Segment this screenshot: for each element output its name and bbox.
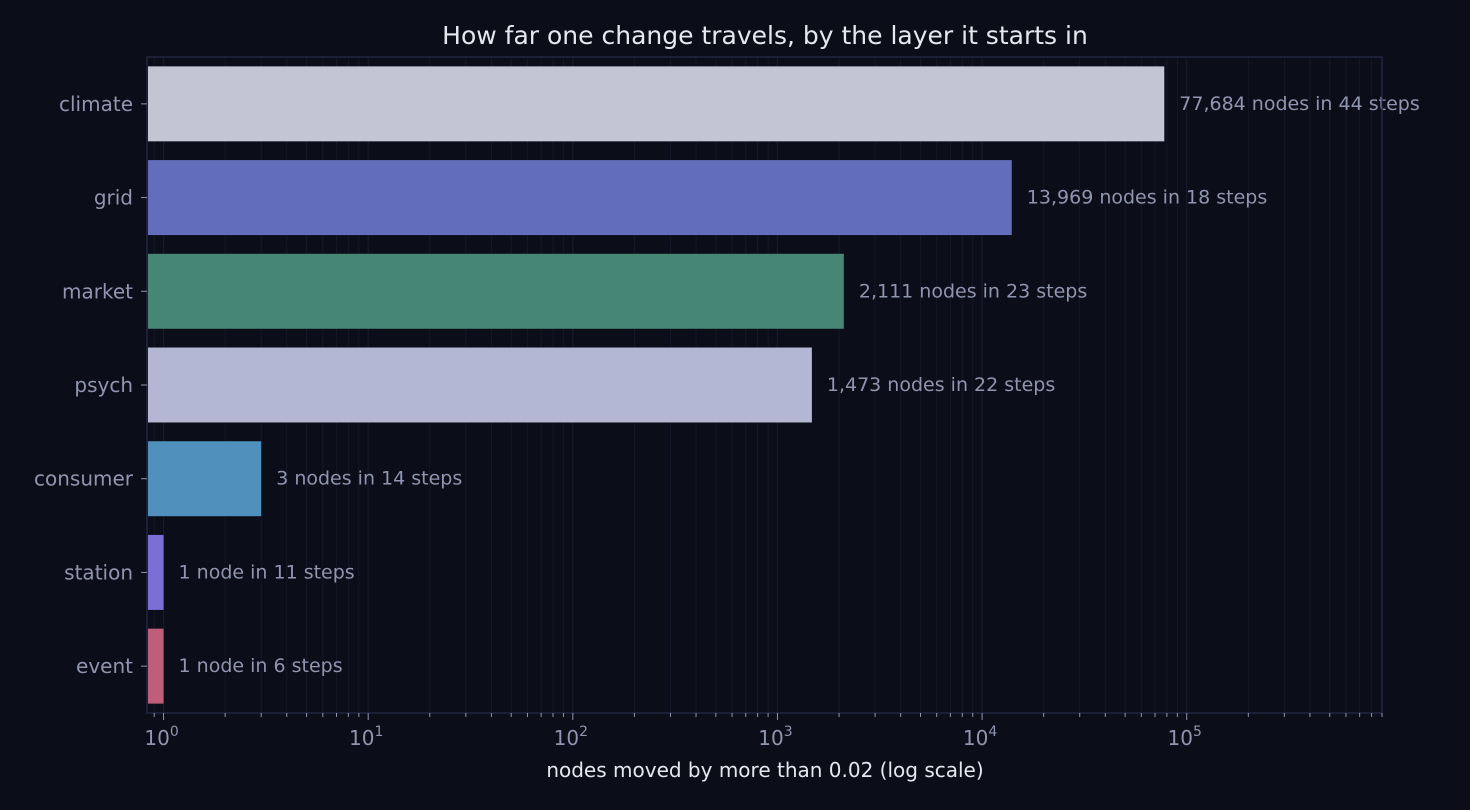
y-tick-label-climate: climate bbox=[59, 92, 133, 116]
y-tick-label-market: market bbox=[62, 279, 133, 303]
bar-station bbox=[148, 534, 164, 610]
bar-label-station: 1 node in 11 steps bbox=[179, 561, 355, 583]
bar-psych bbox=[148, 347, 812, 423]
bar-climate bbox=[148, 66, 1165, 142]
y-tick-label-consumer: consumer bbox=[34, 467, 134, 491]
bar-consumer bbox=[148, 441, 262, 517]
bar-label-psych: 1,473 nodes in 22 steps bbox=[827, 374, 1055, 396]
bar-market bbox=[148, 253, 844, 329]
bar-grid bbox=[148, 160, 1012, 236]
bar-label-event: 1 node in 6 steps bbox=[179, 655, 343, 677]
bar-label-climate: 77,684 nodes in 44 steps bbox=[1179, 93, 1419, 115]
bar-event bbox=[148, 628, 164, 704]
bar-chart: 77,684 nodes in 44 steps 13,969 nodes in … bbox=[0, 0, 1470, 810]
bar-label-grid: 13,969 nodes in 18 steps bbox=[1027, 187, 1267, 209]
bar-label-consumer: 3 nodes in 14 steps bbox=[276, 468, 462, 490]
y-tick-label-psych: psych bbox=[74, 373, 133, 397]
chart-root: 77,684 nodes in 44 steps 13,969 nodes in … bbox=[0, 0, 1470, 810]
x-axis-label: nodes moved by more than 0.02 (log scale… bbox=[546, 758, 983, 782]
y-tick-label-grid: grid bbox=[94, 186, 133, 210]
y-tick-label-event: event bbox=[76, 654, 133, 678]
chart-title: How far one change travels, by the layer… bbox=[442, 21, 1088, 50]
bar-label-market: 2,111 nodes in 23 steps bbox=[859, 280, 1087, 302]
y-tick-label-station: station bbox=[64, 560, 133, 584]
